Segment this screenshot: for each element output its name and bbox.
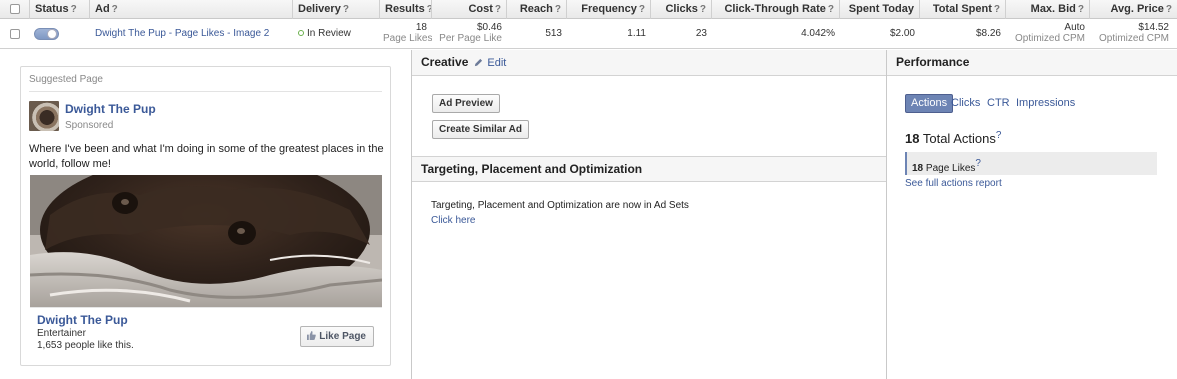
tab-clicks[interactable]: Clicks <box>951 94 980 113</box>
help-icon[interactable]: ? <box>555 4 561 15</box>
table-header: Status? Ad? Delivery? Results? Cost? Rea… <box>0 0 1177 19</box>
results-unit: Page Likes <box>383 33 432 44</box>
help-icon[interactable]: ? <box>343 4 349 15</box>
total-actions-label: Total Actions <box>922 131 996 146</box>
select-all-checkbox[interactable] <box>10 4 20 14</box>
page-like-count: 1,653 people like this. <box>37 340 134 351</box>
max-bid-unit: Optimized CPM <box>1014 33 1085 44</box>
col-results[interactable]: Results? <box>380 0 432 19</box>
col-spent-today[interactable]: Spent Today <box>840 0 920 19</box>
col-ad[interactable]: Ad? <box>90 0 293 19</box>
col-reach[interactable]: Reach? <box>507 0 567 19</box>
frequency-cell: 1.11 <box>627 28 646 39</box>
max-bid-cell: Auto Optimized CPM <box>1006 19 1090 49</box>
click-here-link[interactable]: Click here <box>431 215 475 226</box>
page-likes-label: Page Likes <box>925 163 976 174</box>
col-frequency[interactable]: Frequency? <box>567 0 651 19</box>
ad-message: Where I've been and what I'm doing in so… <box>29 143 384 170</box>
creative-section-header: Creative Edit <box>412 50 886 76</box>
col-status[interactable]: Status? <box>30 0 90 19</box>
row-checkbox[interactable] <box>10 29 20 39</box>
tab-actions[interactable]: Actions <box>905 94 954 113</box>
select-all-cell <box>0 0 30 19</box>
col-total-spent[interactable]: Total Spent? <box>920 0 1006 19</box>
targeting-section-header: Targeting, Placement and Optimization <box>412 156 886 182</box>
help-icon[interactable]: ? <box>1166 4 1172 15</box>
page-category: Entertainer <box>37 328 86 339</box>
total-actions: 18 Total Actions? <box>905 130 1001 146</box>
cost-cell: $0.46 Per Page Like <box>432 19 507 49</box>
help-icon[interactable]: ? <box>975 158 981 169</box>
help-icon[interactable]: ? <box>1078 4 1084 15</box>
like-page-button[interactable]: Like Page <box>300 326 374 347</box>
ad-name-link[interactable]: Dwight The Pup - Page Likes - Image 2 <box>95 28 269 39</box>
col-delivery[interactable]: Delivery? <box>293 0 380 19</box>
max-bid-value: Auto <box>1064 22 1085 33</box>
ad-name-cell: Dwight The Pup - Page Likes - Image 2 <box>90 19 293 49</box>
help-icon[interactable]: ? <box>996 130 1002 141</box>
total-actions-count: 18 <box>905 131 920 146</box>
page-avatar[interactable] <box>29 101 59 131</box>
performance-section-header: Performance <box>887 50 1177 76</box>
toggle-knob <box>47 29 57 39</box>
details-panels: Suggested Page Dwight The Pup Sponsored … <box>0 50 1177 379</box>
pencil-icon[interactable] <box>474 58 483 67</box>
card-footer: Dwight The Pup Entertainer 1,653 people … <box>30 307 382 359</box>
targeting-notice: Targeting, Placement and Optimization ar… <box>431 200 689 211</box>
ad-preview-card: Suggested Page Dwight The Pup Sponsored … <box>20 66 391 366</box>
help-icon[interactable]: ? <box>639 4 645 15</box>
help-icon[interactable]: ? <box>71 4 77 15</box>
divider <box>411 50 412 379</box>
results-value: 18 <box>415 22 427 33</box>
sponsored-label: Sponsored <box>65 120 114 131</box>
cost-value: $0.46 <box>476 22 502 33</box>
avg-price-unit: Optimized CPM <box>1098 33 1169 44</box>
in-review-status-icon <box>298 30 304 36</box>
ad-image[interactable] <box>30 175 382 307</box>
total-spent-cell: $8.26 <box>975 28 1001 39</box>
clicks-cell: 23 <box>695 28 707 39</box>
avg-price-value: $14.52 <box>1138 22 1169 33</box>
ad-preview-button[interactable]: Ad Preview <box>432 94 500 113</box>
ctr-cell: 4.042% <box>801 28 835 39</box>
col-ctr[interactable]: Click-Through Rate? <box>712 0 840 19</box>
col-cost[interactable]: Cost? <box>432 0 507 19</box>
tab-impressions[interactable]: Impressions <box>1016 94 1075 113</box>
cost-unit: Per Page Like <box>439 33 502 44</box>
help-icon[interactable]: ? <box>112 4 118 15</box>
page-likes-metric: 18 Page Likes? <box>905 152 1157 175</box>
card-header: Suggested Page <box>29 74 382 92</box>
spent-today-cell: $2.00 <box>889 28 915 39</box>
help-icon[interactable]: ? <box>700 4 706 15</box>
footer-page-name-link[interactable]: Dwight The Pup <box>37 313 128 327</box>
delivery-cell: In Review <box>293 19 380 49</box>
create-similar-ad-button[interactable]: Create Similar Ad <box>432 120 529 139</box>
tab-ctr[interactable]: CTR <box>987 94 1010 113</box>
dog-photo <box>30 175 382 307</box>
help-icon[interactable]: ? <box>828 4 834 15</box>
col-clicks[interactable]: Clicks? <box>651 0 712 19</box>
edit-creative-link[interactable]: Edit <box>487 57 506 69</box>
page-likes-count: 18 <box>912 163 924 174</box>
divider <box>886 50 887 379</box>
reach-cell: 513 <box>545 28 562 39</box>
avg-price-cell: $14.52 Optimized CPM <box>1090 19 1174 49</box>
table-row[interactable]: Dwight The Pup - Page Likes - Image 2 In… <box>0 19 1177 49</box>
status-toggle[interactable] <box>34 28 59 40</box>
results-cell: 18 Page Likes <box>378 19 432 49</box>
page-name-link[interactable]: Dwight The Pup <box>65 102 156 116</box>
col-max-bid[interactable]: Max. Bid? <box>1006 0 1090 19</box>
help-icon[interactable]: ? <box>994 4 1000 15</box>
full-actions-report-link[interactable]: See full actions report <box>905 178 1002 189</box>
col-avg-price[interactable]: Avg. Price? <box>1090 0 1177 19</box>
delivery-status: In Review <box>307 28 351 39</box>
thumbs-up-icon <box>307 331 317 340</box>
help-icon[interactable]: ? <box>495 4 501 15</box>
